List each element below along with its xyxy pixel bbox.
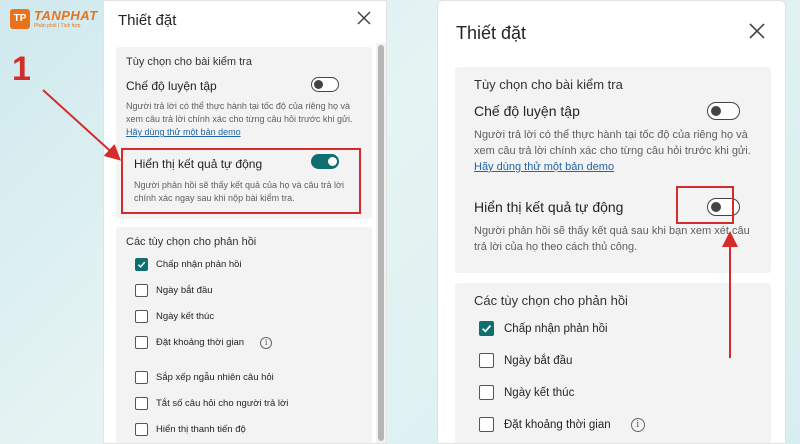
annotation-arrows [42,89,738,358]
red-arrow [42,89,121,161]
